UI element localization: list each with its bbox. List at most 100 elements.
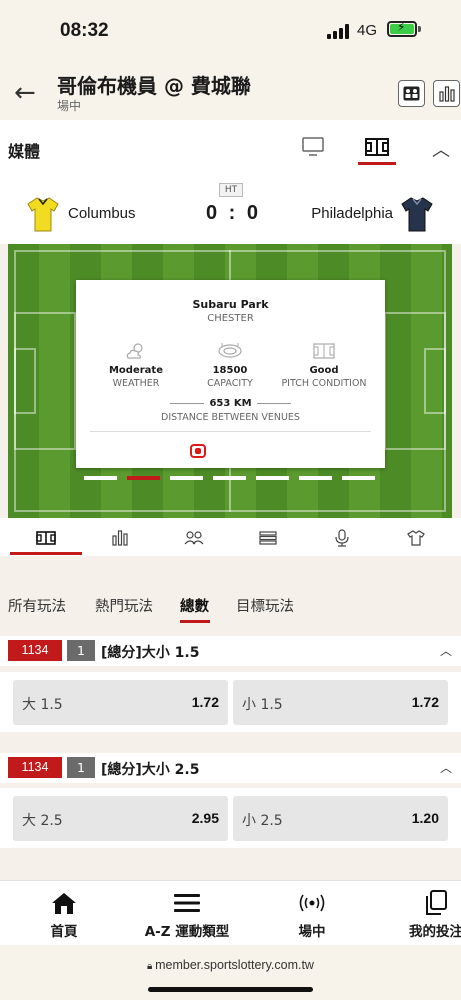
carousel-dot[interactable]: [342, 476, 375, 480]
menu-icon: [174, 894, 200, 912]
stats-button[interactable]: [433, 80, 460, 107]
market-name: [總分]大小 1.5: [101, 645, 200, 661]
venue-name: Subaru Park: [192, 298, 269, 311]
record-icon[interactable]: [190, 444, 206, 458]
home-shirt-icon: [27, 197, 59, 232]
url-text[interactable]: 🔒︎ member.sportslottery.com.tw: [0, 958, 461, 972]
page-subtitle: 場中: [57, 99, 82, 113]
tab-standings[interactable]: [257, 528, 279, 548]
carousel-dot-active[interactable]: [127, 476, 160, 480]
network-type: 4G: [357, 22, 378, 39]
bottom-navigation: 首頁 A-Z 運動類型 場中 我的投注: [0, 880, 461, 945]
tab-pitch[interactable]: [358, 132, 396, 162]
market-number: 1: [67, 640, 95, 661]
stats-icon: [438, 85, 455, 102]
collapse-caret-icon[interactable]: ︿: [440, 642, 452, 659]
tab-goals[interactable]: 目標玩法: [236, 595, 294, 616]
lineup-icon: [184, 531, 204, 545]
market-odds: 大 2.5 2.95 小 2.5 1.20: [0, 788, 461, 848]
active-tab-underline: [10, 552, 82, 555]
home-icon: [52, 893, 76, 914]
odds-label: 大 1.5: [22, 697, 63, 713]
nav-live[interactable]: 場中: [257, 889, 367, 940]
lineup-button[interactable]: [398, 80, 425, 107]
tab-all-markets[interactable]: 所有玩法: [8, 595, 66, 616]
lock-icon: 🔒︎: [147, 961, 156, 972]
odds-button-under[interactable]: 小 2.5 1.20: [233, 796, 448, 841]
market-name: [總分]大小 2.5: [101, 762, 200, 778]
carousel-dot[interactable]: [299, 476, 332, 480]
carousel-dot[interactable]: [170, 476, 203, 480]
pitch-condition-value: Good: [309, 365, 339, 376]
page-header: ← 哥倫布機員 @ 費城聯 場中: [0, 62, 461, 120]
pitch-icon: [36, 531, 56, 545]
home-team-name: Columbus: [68, 205, 136, 222]
market-odds: 大 1.5 1.72 小 1.5 1.72: [0, 672, 461, 732]
tab-popular[interactable]: 熱門玩法: [95, 595, 153, 616]
status-bar: 08:32 4G: [0, 0, 461, 62]
tab-kit[interactable]: [405, 528, 427, 548]
standings-icon: [259, 531, 277, 545]
market-tab-underline: [180, 620, 210, 623]
pitch-condition-stat: Good PITCH CONDITION: [274, 340, 374, 389]
pitch-icon: [365, 138, 389, 156]
market-number: 1: [67, 757, 95, 778]
weather-value: Moderate: [108, 365, 163, 376]
match-info-tabs: [0, 518, 461, 556]
back-arrow-icon[interactable]: ←: [14, 78, 36, 108]
market-code: 1134: [8, 757, 62, 778]
nav-sports[interactable]: A-Z 運動類型: [132, 889, 242, 940]
nav-home[interactable]: 首頁: [9, 889, 119, 940]
nav-my-bets-label: 我的投注: [409, 924, 461, 940]
tab-commentary[interactable]: [331, 528, 353, 548]
nav-live-label: 場中: [298, 924, 326, 940]
odds-label: 大 2.5: [22, 813, 63, 829]
venue-card: Subaru Park CHESTER Moderate WEATHER 185…: [76, 280, 385, 468]
odds-button-over[interactable]: 大 2.5 2.95: [13, 796, 228, 841]
odds-value: 1.72: [191, 694, 219, 710]
tab-pitch-view[interactable]: [35, 528, 57, 548]
odds-button-over[interactable]: 大 1.5 1.72: [13, 680, 228, 725]
media-label: 媒體: [8, 142, 41, 161]
weather-icon: [126, 343, 143, 359]
nav-my-bets[interactable]: 我的投注: [381, 889, 461, 940]
collapse-chevron-icon[interactable]: ︿: [432, 136, 450, 162]
tab-video[interactable]: [294, 132, 332, 162]
media-bar: 媒體 ︿: [0, 120, 461, 180]
shirt-icon: [407, 530, 425, 546]
tab-totals[interactable]: 總數: [180, 595, 209, 616]
lineup-icon: [403, 86, 420, 101]
url-value: member.sportslottery.com.tw: [155, 958, 314, 972]
odds-value: 2.95: [191, 810, 219, 826]
nav-sports-label: A-Z 運動類型: [144, 924, 230, 940]
tab-lineup[interactable]: [183, 528, 205, 548]
market-tabs: 所有玩法 熱門玩法 總數 目標玩法: [0, 556, 461, 636]
market-header[interactable]: 1134 1 [總分]大小 2.5 ︿: [0, 753, 461, 783]
stadium-icon: [218, 343, 242, 358]
scoreboard: HT Columbus 0 : 0 Philadelphia: [0, 180, 461, 244]
market-header[interactable]: 1134 1 [總分]大小 1.5 ︿: [0, 636, 461, 666]
distance-value: 653 KM: [76, 398, 385, 409]
weather-label: WEATHER: [112, 378, 160, 389]
page-title: 哥倫布機員 @ 費城聯: [57, 74, 251, 98]
tab-stats[interactable]: [109, 528, 131, 548]
signal-icon: [327, 24, 351, 39]
odds-value: 1.72: [411, 694, 439, 710]
odds-label: 小 2.5: [242, 813, 283, 829]
odds-label: 小 1.5: [242, 697, 283, 713]
pitch-icon: [313, 343, 335, 359]
away-shirt-icon: [401, 197, 433, 232]
odds-button-under[interactable]: 小 1.5 1.72: [233, 680, 448, 725]
status-time: 08:32: [60, 20, 109, 41]
carousel-dot[interactable]: [84, 476, 117, 480]
collapse-caret-icon[interactable]: ︿: [440, 759, 452, 776]
capacity-label: CAPACITY: [207, 378, 253, 389]
venue-city: CHESTER: [207, 313, 254, 324]
carousel-dot[interactable]: [213, 476, 246, 480]
tab-pitch-underline: [358, 162, 396, 165]
divider: [90, 431, 371, 432]
home-indicator[interactable]: [148, 987, 313, 992]
browser-url-bar: 🔒︎ member.sportslottery.com.tw: [0, 945, 461, 1000]
match-score: 0 : 0: [206, 202, 262, 224]
carousel-dot[interactable]: [256, 476, 289, 480]
